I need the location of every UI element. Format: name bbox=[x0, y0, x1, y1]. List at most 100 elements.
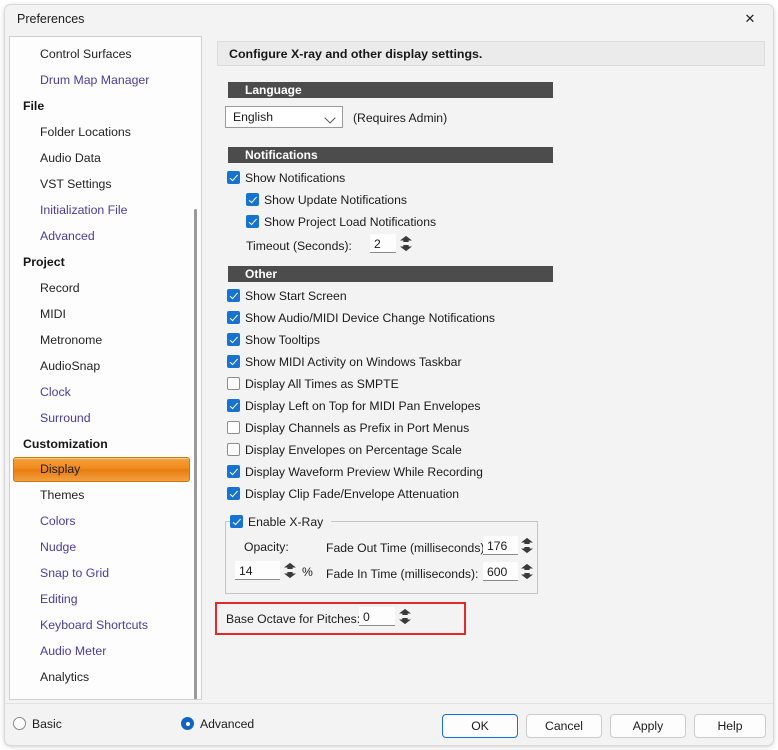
sidebar-item-label: Project bbox=[23, 255, 65, 269]
radio-dot bbox=[13, 717, 26, 730]
fade-out-stepper[interactable]: 176 bbox=[483, 536, 533, 556]
stepper-arrows[interactable] bbox=[399, 608, 411, 625]
language-select-value: English bbox=[233, 110, 273, 124]
fade-in-label: Fade In Time (milliseconds): bbox=[326, 567, 479, 581]
checkbox-show-project-load-notifications[interactable]: Show Project Load Notifications bbox=[246, 215, 436, 229]
preferences-window: Preferences ✕ Control Surfaces Drum Map M… bbox=[4, 4, 774, 746]
checkbox-display-channels-as-prefix-in-port-menus[interactable]: Display Channels as Prefix in Port Menus bbox=[227, 421, 469, 435]
opacity-stepper[interactable]: 14 bbox=[235, 561, 297, 581]
sidebar-item-colors[interactable]: Colors bbox=[10, 508, 201, 534]
sidebar-item-record[interactable]: Record bbox=[10, 275, 201, 301]
language-select[interactable]: English bbox=[225, 106, 343, 128]
sidebar-item-drum-map-manager[interactable]: Drum Map Manager bbox=[10, 67, 201, 93]
footer-bar: Basic Advanced OK Cancel Apply Help bbox=[5, 703, 773, 745]
sidebar-item-label: Colors bbox=[40, 514, 76, 528]
sidebar-item-advanced[interactable]: Advanced bbox=[10, 223, 201, 249]
apply-button[interactable]: Apply bbox=[610, 714, 686, 738]
sidebar-item-label: Advanced bbox=[40, 229, 95, 243]
sidebar-item-label: Metronome bbox=[40, 333, 103, 347]
sidebar-item-metronome[interactable]: Metronome bbox=[10, 327, 201, 353]
sidebar-item-snap-to-grid[interactable]: Snap to Grid bbox=[10, 560, 201, 586]
checkbox-show-midi-activity-on-windows-taskbar[interactable]: Show MIDI Activity on Windows Taskbar bbox=[227, 355, 462, 369]
checkbox-label: Display Clip Fade/Envelope Attenuation bbox=[245, 487, 460, 501]
sidebar-scrollbar[interactable] bbox=[194, 209, 198, 699]
sidebar-item-label: File bbox=[23, 99, 45, 113]
radio-dot bbox=[181, 717, 194, 730]
checkbox-box bbox=[246, 193, 259, 206]
sidebar-item-vst-settings[interactable]: VST Settings bbox=[10, 171, 201, 197]
checkbox-display-waveform-preview-while-recording[interactable]: Display Waveform Preview While Recording bbox=[227, 465, 483, 479]
stepper-arrows[interactable] bbox=[400, 235, 412, 252]
close-icon[interactable]: ✕ bbox=[727, 5, 773, 33]
sidebar-item-control-surfaces[interactable]: Control Surfaces bbox=[10, 41, 201, 67]
fade-out-label: Fade Out Time (milliseconds): bbox=[326, 541, 488, 555]
checkbox-enable-xray[interactable]: Enable X-Ray bbox=[230, 515, 323, 529]
checkbox-label: Display Envelopes on Percentage Scale bbox=[245, 443, 462, 457]
help-button[interactable]: Help bbox=[694, 714, 766, 738]
sidebar-item-audiosnap[interactable]: AudioSnap bbox=[10, 353, 201, 379]
checkbox-show-tooltips[interactable]: Show Tooltips bbox=[227, 333, 320, 347]
checkbox-label: Display All Times as SMPTE bbox=[245, 377, 399, 391]
checkbox-display-clip-fade-envelope-attenuation[interactable]: Display Clip Fade/Envelope Attenuation bbox=[227, 487, 459, 501]
main-panel: Configure X-ray and other display settin… bbox=[211, 36, 769, 700]
base-octave-stepper[interactable]: 0 bbox=[359, 607, 411, 627]
sidebar-nav: Control Surfaces Drum Map Manager File Fold… bbox=[10, 37, 201, 699]
sidebar-item-initialization-file[interactable]: Initialization File bbox=[10, 197, 201, 223]
ok-button[interactable]: OK bbox=[442, 714, 518, 738]
radio-basic[interactable]: Basic bbox=[13, 717, 62, 731]
checkbox-display-left-on-top-for-midi-pan-envelopes[interactable]: Display Left on Top for MIDI Pan Envelop… bbox=[227, 399, 481, 413]
sidebar-item-surround[interactable]: Surround bbox=[10, 405, 201, 431]
sidebar-item-audio-data[interactable]: Audio Data bbox=[10, 145, 201, 171]
checkbox-show-update-notifications[interactable]: Show Update Notifications bbox=[246, 193, 407, 207]
sidebar-item-clock[interactable]: Clock bbox=[10, 379, 201, 405]
checkbox-label: Show Start Screen bbox=[245, 289, 347, 303]
sidebar-scrollbar-thumb[interactable] bbox=[194, 209, 197, 699]
sidebar-item-folder-locations[interactable]: Folder Locations bbox=[10, 119, 201, 145]
base-octave-value[interactable]: 0 bbox=[359, 607, 395, 626]
radio-label: Basic bbox=[32, 717, 62, 731]
fade-out-value[interactable]: 176 bbox=[483, 536, 518, 555]
stepper-arrows[interactable] bbox=[521, 563, 533, 580]
checkbox-display-envelopes-on-percentage-scale[interactable]: Display Envelopes on Percentage Scale bbox=[227, 443, 462, 457]
sidebar-item-analytics[interactable]: Analytics bbox=[10, 664, 201, 690]
sidebar-item-midi[interactable]: MIDI bbox=[10, 301, 201, 327]
checkbox-show-notifications[interactable]: Show Notifications bbox=[227, 171, 345, 185]
timeout-value[interactable]: 2 bbox=[370, 234, 396, 253]
timeout-stepper[interactable]: 2 bbox=[370, 234, 414, 254]
checkbox-box bbox=[227, 333, 240, 346]
radio-advanced[interactable]: Advanced bbox=[181, 717, 254, 731]
checkbox-label: Show Notifications bbox=[245, 171, 346, 185]
sidebar-item-nudge[interactable]: Nudge bbox=[10, 534, 201, 560]
sidebar-item-audio-meter[interactable]: Audio Meter bbox=[10, 638, 201, 664]
checkbox-show-start-screen[interactable]: Show Start Screen bbox=[227, 289, 347, 303]
chevron-down-icon bbox=[324, 112, 336, 124]
sidebar-item-label: Analytics bbox=[40, 670, 90, 684]
sidebar-item-label: MIDI bbox=[40, 307, 66, 321]
sidebar-item-display[interactable]: Display bbox=[13, 457, 190, 482]
sidebar-item-label: Themes bbox=[40, 488, 85, 502]
sidebar-item-label: Folder Locations bbox=[40, 125, 131, 139]
sidebar-item-label: Snap to Grid bbox=[40, 566, 110, 580]
checkbox-label: Display Waveform Preview While Recording bbox=[245, 465, 483, 479]
checkbox-display-all-times-as-smpte[interactable]: Display All Times as SMPTE bbox=[227, 377, 399, 391]
fade-in-stepper[interactable]: 600 bbox=[483, 562, 533, 582]
sidebar-item-label: Initialization File bbox=[40, 203, 128, 217]
checkbox-show-audio-midi-device-change-notifications[interactable]: Show Audio/MIDI Device Change Notificati… bbox=[227, 311, 495, 325]
sidebar-item-editing[interactable]: Editing bbox=[10, 586, 201, 612]
sidebar-item-themes[interactable]: Themes bbox=[10, 482, 201, 508]
sidebar-item-label: Keyboard Shortcuts bbox=[40, 618, 149, 632]
sidebar-item-keyboard-shortcuts[interactable]: Keyboard Shortcuts bbox=[10, 612, 201, 638]
fade-in-value[interactable]: 600 bbox=[483, 562, 518, 581]
sidebar-item-label: Display bbox=[40, 462, 81, 476]
title-bar: Preferences ✕ bbox=[5, 5, 773, 35]
stepper-arrows[interactable] bbox=[284, 562, 296, 579]
section-header-language: Language bbox=[225, 82, 553, 98]
sidebar-item-label: Audio Meter bbox=[40, 644, 107, 658]
checkbox-label: Enable X-Ray bbox=[248, 515, 324, 529]
cancel-button[interactable]: Cancel bbox=[526, 714, 602, 738]
checkbox-label: Display Left on Top for MIDI Pan Envelop… bbox=[245, 399, 481, 413]
radio-label: Advanced bbox=[200, 717, 255, 731]
sidebar-item-customization: Customization bbox=[10, 431, 201, 457]
stepper-arrows[interactable] bbox=[521, 537, 533, 554]
opacity-value[interactable]: 14 bbox=[235, 561, 280, 580]
